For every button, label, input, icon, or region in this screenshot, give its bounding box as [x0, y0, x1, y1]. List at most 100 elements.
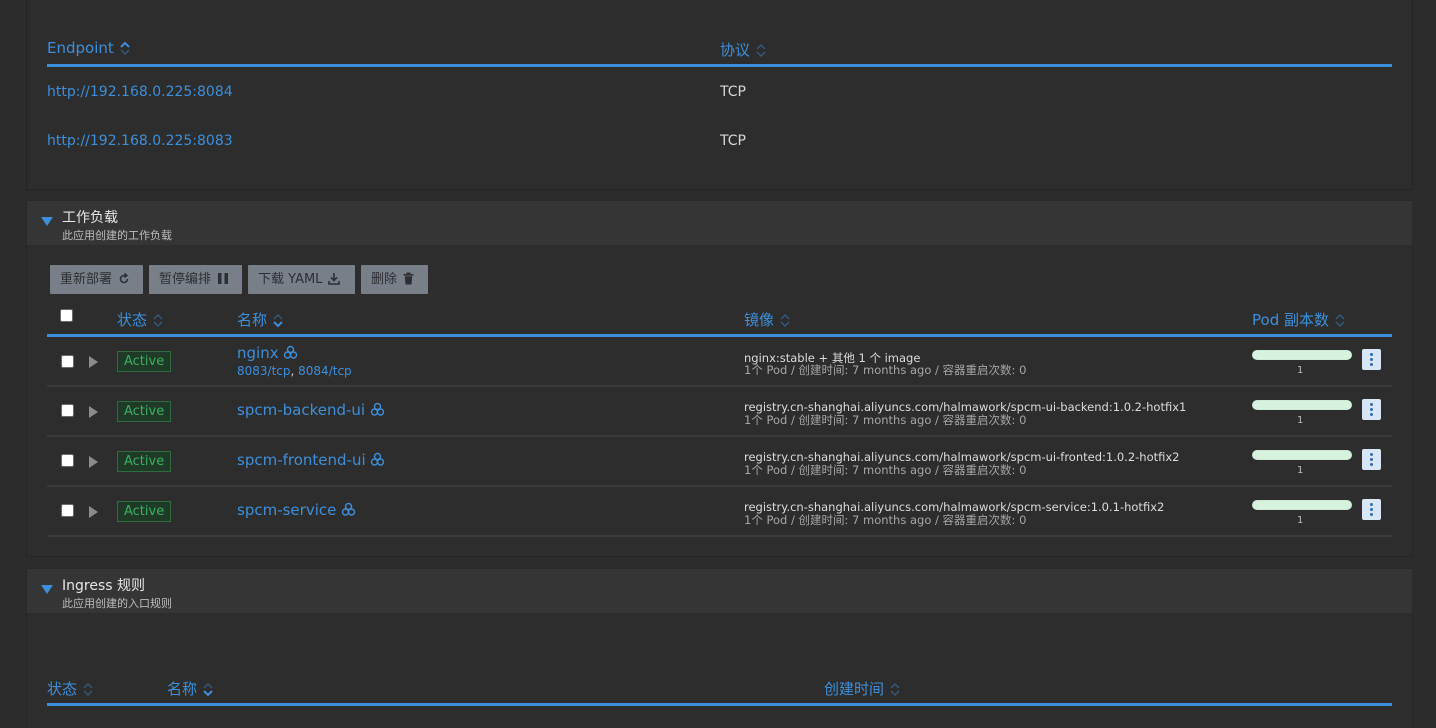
redeploy-button[interactable]: 重新部署	[50, 265, 143, 294]
col-status[interactable]: 状态	[117, 309, 164, 330]
col-endpoint-label: Endpoint	[47, 39, 114, 57]
more-actions-icon[interactable]	[1362, 499, 1381, 520]
row-checkbox[interactable]	[61, 454, 74, 467]
section-subtitle: 此应用创建的入口规则	[62, 597, 172, 610]
table-row: Active spcm-backend-ui registry.cn-shang…	[47, 387, 1392, 437]
workload-type-icon	[341, 501, 356, 519]
select-all-checkbox[interactable]	[60, 309, 73, 322]
delete-label: 删除	[371, 272, 398, 287]
expand-row-icon[interactable]	[89, 456, 98, 468]
workload-name-link[interactable]: spcm-frontend-ui	[237, 451, 385, 469]
workload-type-icon	[370, 401, 385, 419]
status-badge: Active	[117, 501, 172, 522]
pause-icon	[217, 267, 229, 296]
redo-icon	[118, 267, 130, 296]
col-name[interactable]: 名称	[237, 309, 284, 330]
more-actions-icon[interactable]	[1362, 349, 1381, 370]
more-actions-icon[interactable]	[1362, 449, 1381, 470]
endpoint-row: http://192.168.0.225:8083 TCP	[47, 125, 1392, 165]
collapse-caret-icon[interactable]	[41, 585, 53, 594]
endpoints-table-header: Endpoint 协议	[47, 36, 1392, 67]
col-created[interactable]: 创建时间	[824, 678, 901, 699]
pod-meta: 1个 Pod / 创建时间: 7 months ago / 容器重启次数: 0	[744, 513, 1027, 527]
endpoint-link[interactable]: http://192.168.0.225:8084	[47, 84, 233, 100]
replica-bar	[1252, 350, 1352, 360]
row-checkbox[interactable]	[61, 355, 74, 368]
table-row: Active spcm-service registry.cn-shanghai…	[47, 487, 1392, 537]
replica-bar	[1252, 500, 1352, 510]
col-name-label: 名称	[237, 311, 268, 329]
col-image-label: 镜像	[744, 311, 775, 329]
col-name[interactable]: 名称	[167, 678, 214, 699]
section-title: Ingress 规则	[62, 578, 145, 594]
ingress-section-header[interactable]: Ingress 规则 此应用创建的入口规则	[26, 568, 1413, 614]
collapse-caret-icon[interactable]	[41, 217, 53, 226]
download-label: 下载 YAML	[258, 272, 323, 287]
workload-name-link[interactable]: spcm-service	[237, 501, 356, 519]
pause-orchestration-button[interactable]: 暂停编排	[149, 265, 242, 294]
endpoint-row: http://192.168.0.225:8084 TCP	[47, 76, 1392, 116]
pod-meta: 1个 Pod / 创建时间: 7 months ago / 容器重启次数: 0	[744, 363, 1027, 377]
workloads-section-header[interactable]: 工作负载 此应用创建的工作负载	[26, 200, 1413, 246]
sort-down-icon	[272, 313, 284, 327]
pause-label: 暂停编排	[159, 272, 212, 287]
pod-meta: 1个 Pod / 创建时间: 7 months ago / 容器重启次数: 0	[744, 413, 1027, 427]
table-row: Active spcm-frontend-ui registry.cn-shan…	[47, 437, 1392, 487]
workloads-table-header: 状态 名称 镜像 Pod 副本数	[47, 306, 1392, 337]
workload-name: spcm-frontend-ui	[237, 451, 366, 469]
sort-down-icon	[202, 682, 214, 696]
col-status-label: 状态	[117, 311, 148, 329]
port-links: 8083/tcp, 8084/tcp	[237, 364, 352, 378]
section-title: 工作负载	[62, 210, 118, 226]
delete-button[interactable]: 删除	[361, 265, 428, 294]
replica-count: 1	[1297, 365, 1304, 376]
workload-name: spcm-backend-ui	[237, 401, 366, 419]
sort-icon	[889, 682, 901, 696]
sort-icon	[152, 313, 164, 327]
ingress-body	[26, 613, 1413, 728]
download-icon	[328, 267, 341, 296]
col-pod-replicas[interactable]: Pod 副本数	[1252, 309, 1346, 330]
workload-type-icon	[370, 451, 385, 469]
replica-count: 1	[1297, 415, 1304, 426]
status-badge: Active	[117, 401, 172, 422]
more-actions-icon[interactable]	[1362, 399, 1381, 420]
col-pods-label: Pod 副本数	[1252, 311, 1329, 329]
sort-icon	[1334, 313, 1346, 327]
col-protocol-label: 协议	[720, 41, 751, 59]
col-protocol[interactable]: 协议	[720, 39, 767, 60]
row-checkbox[interactable]	[61, 504, 74, 517]
pod-meta: 1个 Pod / 创建时间: 7 months ago / 容器重启次数: 0	[744, 463, 1027, 477]
endpoint-protocol: TCP	[720, 84, 746, 100]
replica-bar	[1252, 450, 1352, 460]
port-link[interactable]: 8083/tcp	[237, 364, 291, 378]
port-link[interactable]: 8084/tcp	[298, 364, 352, 378]
workload-name-link[interactable]: nginx	[237, 344, 298, 362]
sort-up-icon	[119, 41, 131, 55]
sort-icon	[755, 43, 767, 57]
status-badge: Active	[117, 451, 172, 472]
endpoint-link[interactable]: http://192.168.0.225:8083	[47, 133, 233, 149]
replica-count: 1	[1297, 465, 1304, 476]
workload-name: nginx	[237, 344, 279, 362]
trash-icon	[403, 267, 414, 296]
expand-row-icon[interactable]	[89, 506, 98, 518]
col-status[interactable]: 状态	[47, 678, 94, 699]
table-row: Active nginx 8083/tcp, 8084/tcp nginx:st…	[47, 337, 1392, 387]
col-endpoint[interactable]: Endpoint	[47, 39, 131, 57]
col-created-label: 创建时间	[824, 680, 885, 698]
expand-row-icon[interactable]	[89, 356, 98, 368]
workload-name: spcm-service	[237, 501, 337, 519]
col-image[interactable]: 镜像	[744, 309, 791, 330]
endpoints-panel: Endpoint 协议 http://192.168.0.225:8084 TC…	[26, 0, 1413, 190]
workload-name-link[interactable]: spcm-backend-ui	[237, 401, 385, 419]
ingress-table-header: 状态 名称 创建时间	[47, 675, 1392, 706]
status-badge: Active	[117, 351, 172, 372]
col-status-label: 状态	[47, 680, 78, 698]
sort-icon	[82, 682, 94, 696]
download-yaml-button[interactable]: 下载 YAML	[248, 265, 355, 294]
row-checkbox[interactable]	[61, 404, 74, 417]
sort-icon	[779, 313, 791, 327]
expand-row-icon[interactable]	[89, 406, 98, 418]
col-name-label: 名称	[167, 680, 198, 698]
